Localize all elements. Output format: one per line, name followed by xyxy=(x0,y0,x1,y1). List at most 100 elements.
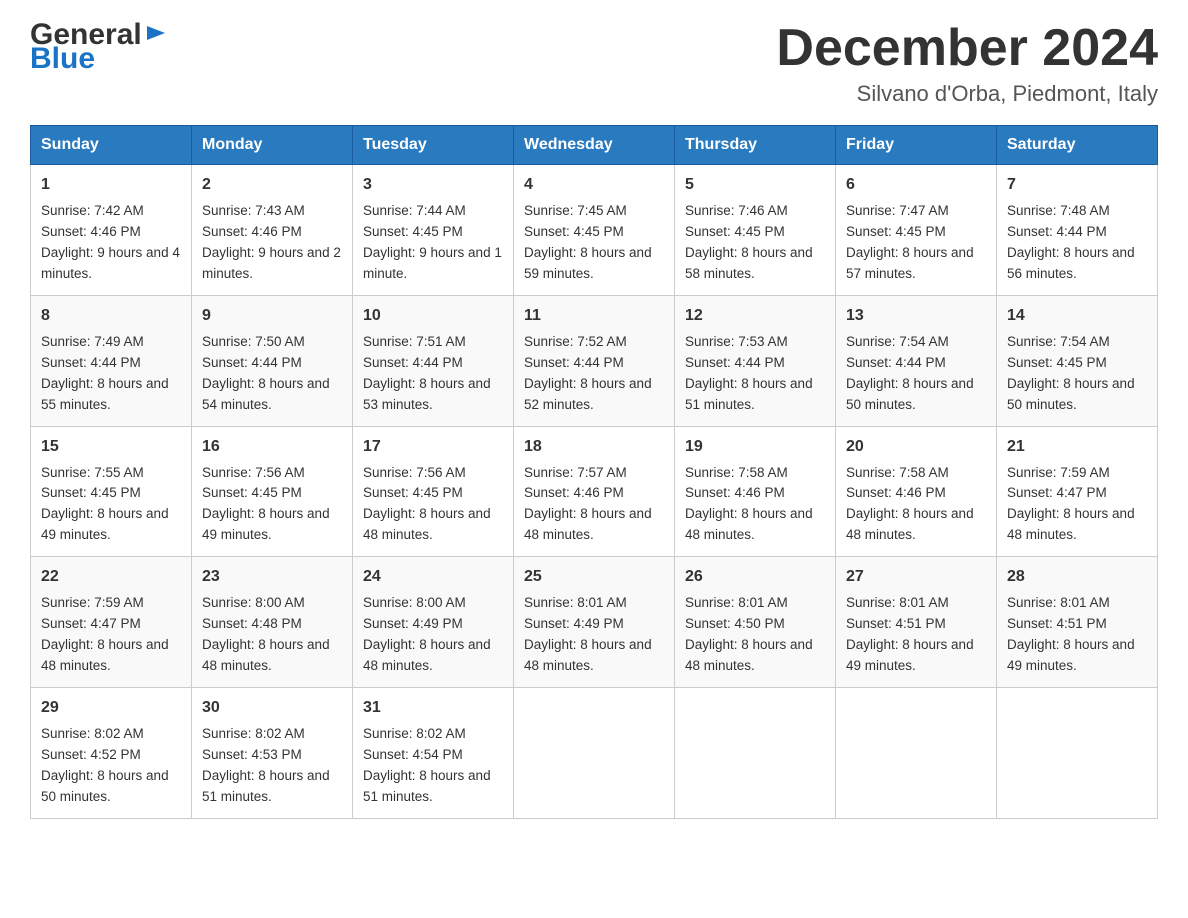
day-number: 28 xyxy=(1007,565,1147,589)
day-info: Sunrise: 8:01 AMSunset: 4:51 PMDaylight:… xyxy=(1007,595,1135,673)
calendar-cell xyxy=(514,687,675,818)
calendar-cell: 5Sunrise: 7:46 AMSunset: 4:45 PMDaylight… xyxy=(675,165,836,296)
title-area: December 2024 Silvano d'Orba, Piedmont, … xyxy=(776,20,1158,107)
calendar-cell: 12Sunrise: 7:53 AMSunset: 4:44 PMDayligh… xyxy=(675,295,836,426)
column-header-wednesday: Wednesday xyxy=(514,126,675,165)
calendar-cell: 13 Sunrise: 7:54 AMSunset: 4:44 PMDayligh… xyxy=(836,295,997,426)
day-info: Sunrise: 7:51 AMSunset: 4:44 PMDaylight:… xyxy=(363,334,491,412)
day-info: Sunrise: 7:42 AMSunset: 4:46 PMDaylight:… xyxy=(41,203,180,281)
day-number: 4 xyxy=(524,173,664,197)
day-info: Sunrise: 7:49 AMSunset: 4:44 PMDaylight:… xyxy=(41,334,169,412)
calendar-cell: 14 Sunrise: 7:54 AMSunset: 4:45 PMDayligh… xyxy=(997,295,1158,426)
day-info: Sunrise: 7:54 AMSunset: 4:45 PMDaylight:… xyxy=(1007,334,1135,412)
day-number: 19 xyxy=(685,435,825,459)
day-number: 3 xyxy=(363,173,503,197)
calendar-week-row: 8 Sunrise: 7:49 AMSunset: 4:44 PMDaylight… xyxy=(31,295,1158,426)
calendar-cell: 2 Sunrise: 7:43 AMSunset: 4:46 PMDaylight… xyxy=(192,165,353,296)
day-info: Sunrise: 8:00 AMSunset: 4:48 PMDaylight:… xyxy=(202,595,330,673)
day-number: 6 xyxy=(846,173,986,197)
calendar-cell: 8 Sunrise: 7:49 AMSunset: 4:44 PMDaylight… xyxy=(31,295,192,426)
calendar-table: SundayMondayTuesdayWednesdayThursdayFrid… xyxy=(30,125,1158,818)
calendar-cell: 4 Sunrise: 7:45 AMSunset: 4:45 PMDaylight… xyxy=(514,165,675,296)
day-info: Sunrise: 8:02 AMSunset: 4:53 PMDaylight:… xyxy=(202,726,330,804)
column-header-friday: Friday xyxy=(836,126,997,165)
page-header: General Blue December 2024 Silvano d'Orb… xyxy=(30,20,1158,107)
calendar-cell: 25 Sunrise: 8:01 AMSunset: 4:49 PMDayligh… xyxy=(514,557,675,688)
day-info: Sunrise: 7:56 AMSunset: 4:45 PMDaylight:… xyxy=(363,465,491,543)
calendar-cell: 1 Sunrise: 7:42 AMSunset: 4:46 PMDaylight… xyxy=(31,165,192,296)
day-number: 23 xyxy=(202,565,342,589)
calendar-cell: 23 Sunrise: 8:00 AMSunset: 4:48 PMDayligh… xyxy=(192,557,353,688)
calendar-week-row: 15 Sunrise: 7:55 AMSunset: 4:45 PMDayligh… xyxy=(31,426,1158,557)
day-info: Sunrise: 7:55 AMSunset: 4:45 PMDaylight:… xyxy=(41,465,169,543)
page-title: December 2024 xyxy=(776,20,1158,77)
calendar-cell: 17 Sunrise: 7:56 AMSunset: 4:45 PMDayligh… xyxy=(353,426,514,557)
column-header-monday: Monday xyxy=(192,126,353,165)
day-number: 16 xyxy=(202,435,342,459)
calendar-week-row: 22 Sunrise: 7:59 AMSunset: 4:47 PMDayligh… xyxy=(31,557,1158,688)
day-number: 26 xyxy=(685,565,825,589)
day-number: 8 xyxy=(41,304,181,328)
day-number: 22 xyxy=(41,565,181,589)
calendar-cell: 18Sunrise: 7:57 AMSunset: 4:46 PMDayligh… xyxy=(514,426,675,557)
day-info: Sunrise: 7:59 AMSunset: 4:47 PMDaylight:… xyxy=(1007,465,1135,543)
page-subtitle: Silvano d'Orba, Piedmont, Italy xyxy=(776,81,1158,107)
day-info: Sunrise: 7:44 AMSunset: 4:45 PMDaylight:… xyxy=(363,203,502,281)
day-info: Sunrise: 7:59 AMSunset: 4:47 PMDaylight:… xyxy=(41,595,169,673)
day-number: 13 xyxy=(846,304,986,328)
calendar-cell: 30 Sunrise: 8:02 AMSunset: 4:53 PMDayligh… xyxy=(192,687,353,818)
day-number: 24 xyxy=(363,565,503,589)
day-info: Sunrise: 7:45 AMSunset: 4:45 PMDaylight:… xyxy=(524,203,652,281)
calendar-cell: 11 Sunrise: 7:52 AMSunset: 4:44 PMDayligh… xyxy=(514,295,675,426)
day-info: Sunrise: 7:50 AMSunset: 4:44 PMDaylight:… xyxy=(202,334,330,412)
day-number: 20 xyxy=(846,435,986,459)
calendar-header-row: SundayMondayTuesdayWednesdayThursdayFrid… xyxy=(31,126,1158,165)
day-number: 7 xyxy=(1007,173,1147,197)
logo: General Blue xyxy=(30,20,167,74)
day-number: 31 xyxy=(363,696,503,720)
calendar-cell: 27Sunrise: 8:01 AMSunset: 4:51 PMDayligh… xyxy=(836,557,997,688)
day-number: 29 xyxy=(41,696,181,720)
day-info: Sunrise: 8:00 AMSunset: 4:49 PMDaylight:… xyxy=(363,595,491,673)
calendar-cell xyxy=(997,687,1158,818)
day-number: 5 xyxy=(685,173,825,197)
day-info: Sunrise: 7:54 AMSunset: 4:44 PMDaylight:… xyxy=(846,334,974,412)
day-info: Sunrise: 7:52 AMSunset: 4:44 PMDaylight:… xyxy=(524,334,652,412)
calendar-cell: 9Sunrise: 7:50 AMSunset: 4:44 PMDaylight… xyxy=(192,295,353,426)
calendar-cell: 16Sunrise: 7:56 AMSunset: 4:45 PMDayligh… xyxy=(192,426,353,557)
calendar-cell xyxy=(836,687,997,818)
day-info: Sunrise: 7:53 AMSunset: 4:44 PMDaylight:… xyxy=(685,334,813,412)
calendar-week-row: 29Sunrise: 8:02 AMSunset: 4:52 PMDayligh… xyxy=(31,687,1158,818)
logo-blue-text: Blue xyxy=(30,44,167,74)
column-header-thursday: Thursday xyxy=(675,126,836,165)
day-number: 15 xyxy=(41,435,181,459)
calendar-cell: 3 Sunrise: 7:44 AMSunset: 4:45 PMDaylight… xyxy=(353,165,514,296)
calendar-cell: 7 Sunrise: 7:48 AMSunset: 4:44 PMDaylight… xyxy=(997,165,1158,296)
day-info: Sunrise: 7:43 AMSunset: 4:46 PMDaylight:… xyxy=(202,203,341,281)
day-info: Sunrise: 7:47 AMSunset: 4:45 PMDaylight:… xyxy=(846,203,974,281)
calendar-cell: 6 Sunrise: 7:47 AMSunset: 4:45 PMDaylight… xyxy=(836,165,997,296)
calendar-cell: 19 Sunrise: 7:58 AMSunset: 4:46 PMDayligh… xyxy=(675,426,836,557)
day-number: 1 xyxy=(41,173,181,197)
day-info: Sunrise: 8:01 AMSunset: 4:50 PMDaylight:… xyxy=(685,595,813,673)
column-header-saturday: Saturday xyxy=(997,126,1158,165)
day-info: Sunrise: 8:01 AMSunset: 4:49 PMDaylight:… xyxy=(524,595,652,673)
day-number: 25 xyxy=(524,565,664,589)
day-number: 17 xyxy=(363,435,503,459)
day-info: Sunrise: 7:58 AMSunset: 4:46 PMDaylight:… xyxy=(846,465,974,543)
day-number: 2 xyxy=(202,173,342,197)
calendar-cell: 28 Sunrise: 8:01 AMSunset: 4:51 PMDayligh… xyxy=(997,557,1158,688)
column-header-sunday: Sunday xyxy=(31,126,192,165)
day-number: 11 xyxy=(524,304,664,328)
day-number: 10 xyxy=(363,304,503,328)
calendar-week-row: 1 Sunrise: 7:42 AMSunset: 4:46 PMDaylight… xyxy=(31,165,1158,296)
day-info: Sunrise: 7:48 AMSunset: 4:44 PMDaylight:… xyxy=(1007,203,1135,281)
calendar-cell: 10 Sunrise: 7:51 AMSunset: 4:44 PMDayligh… xyxy=(353,295,514,426)
calendar-cell: 31Sunrise: 8:02 AMSunset: 4:54 PMDayligh… xyxy=(353,687,514,818)
day-number: 14 xyxy=(1007,304,1147,328)
day-info: Sunrise: 7:58 AMSunset: 4:46 PMDaylight:… xyxy=(685,465,813,543)
calendar-cell: 22 Sunrise: 7:59 AMSunset: 4:47 PMDayligh… xyxy=(31,557,192,688)
column-header-tuesday: Tuesday xyxy=(353,126,514,165)
day-number: 30 xyxy=(202,696,342,720)
day-number: 21 xyxy=(1007,435,1147,459)
